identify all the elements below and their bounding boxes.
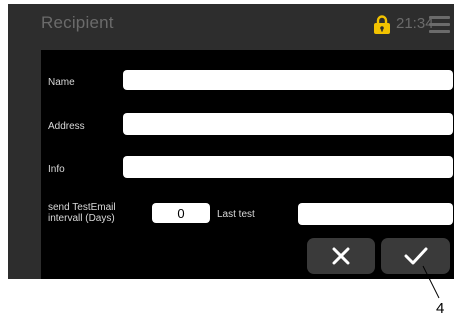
- callout-number: 4: [436, 300, 445, 317]
- name-field[interactable]: [123, 70, 453, 90]
- close-icon: [332, 247, 350, 265]
- info-field[interactable]: [123, 156, 453, 178]
- top-bar: Recipient 21:34: [8, 4, 454, 46]
- hamburger-menu-icon[interactable]: [429, 16, 450, 33]
- interval-label-line1: send TestEmail: [48, 202, 116, 213]
- cancel-button[interactable]: [307, 238, 375, 274]
- clock-time: 21:34: [396, 15, 434, 32]
- confirm-button[interactable]: [381, 238, 450, 274]
- address-field[interactable]: [123, 113, 453, 135]
- interval-days-field[interactable]: [152, 203, 210, 223]
- interval-label-line2: intervall (Days): [48, 213, 115, 224]
- page-title: Recipient: [41, 13, 114, 32]
- last-test-field[interactable]: [298, 203, 453, 225]
- interval-label: send TestEmail intervall (Days): [48, 202, 116, 224]
- info-label: Info: [48, 164, 65, 175]
- lock-icon: [374, 15, 390, 34]
- address-label: Address: [48, 121, 85, 132]
- checkmark-icon: [404, 247, 427, 265]
- name-label: Name: [48, 77, 75, 88]
- last-test-label: Last test: [217, 209, 255, 220]
